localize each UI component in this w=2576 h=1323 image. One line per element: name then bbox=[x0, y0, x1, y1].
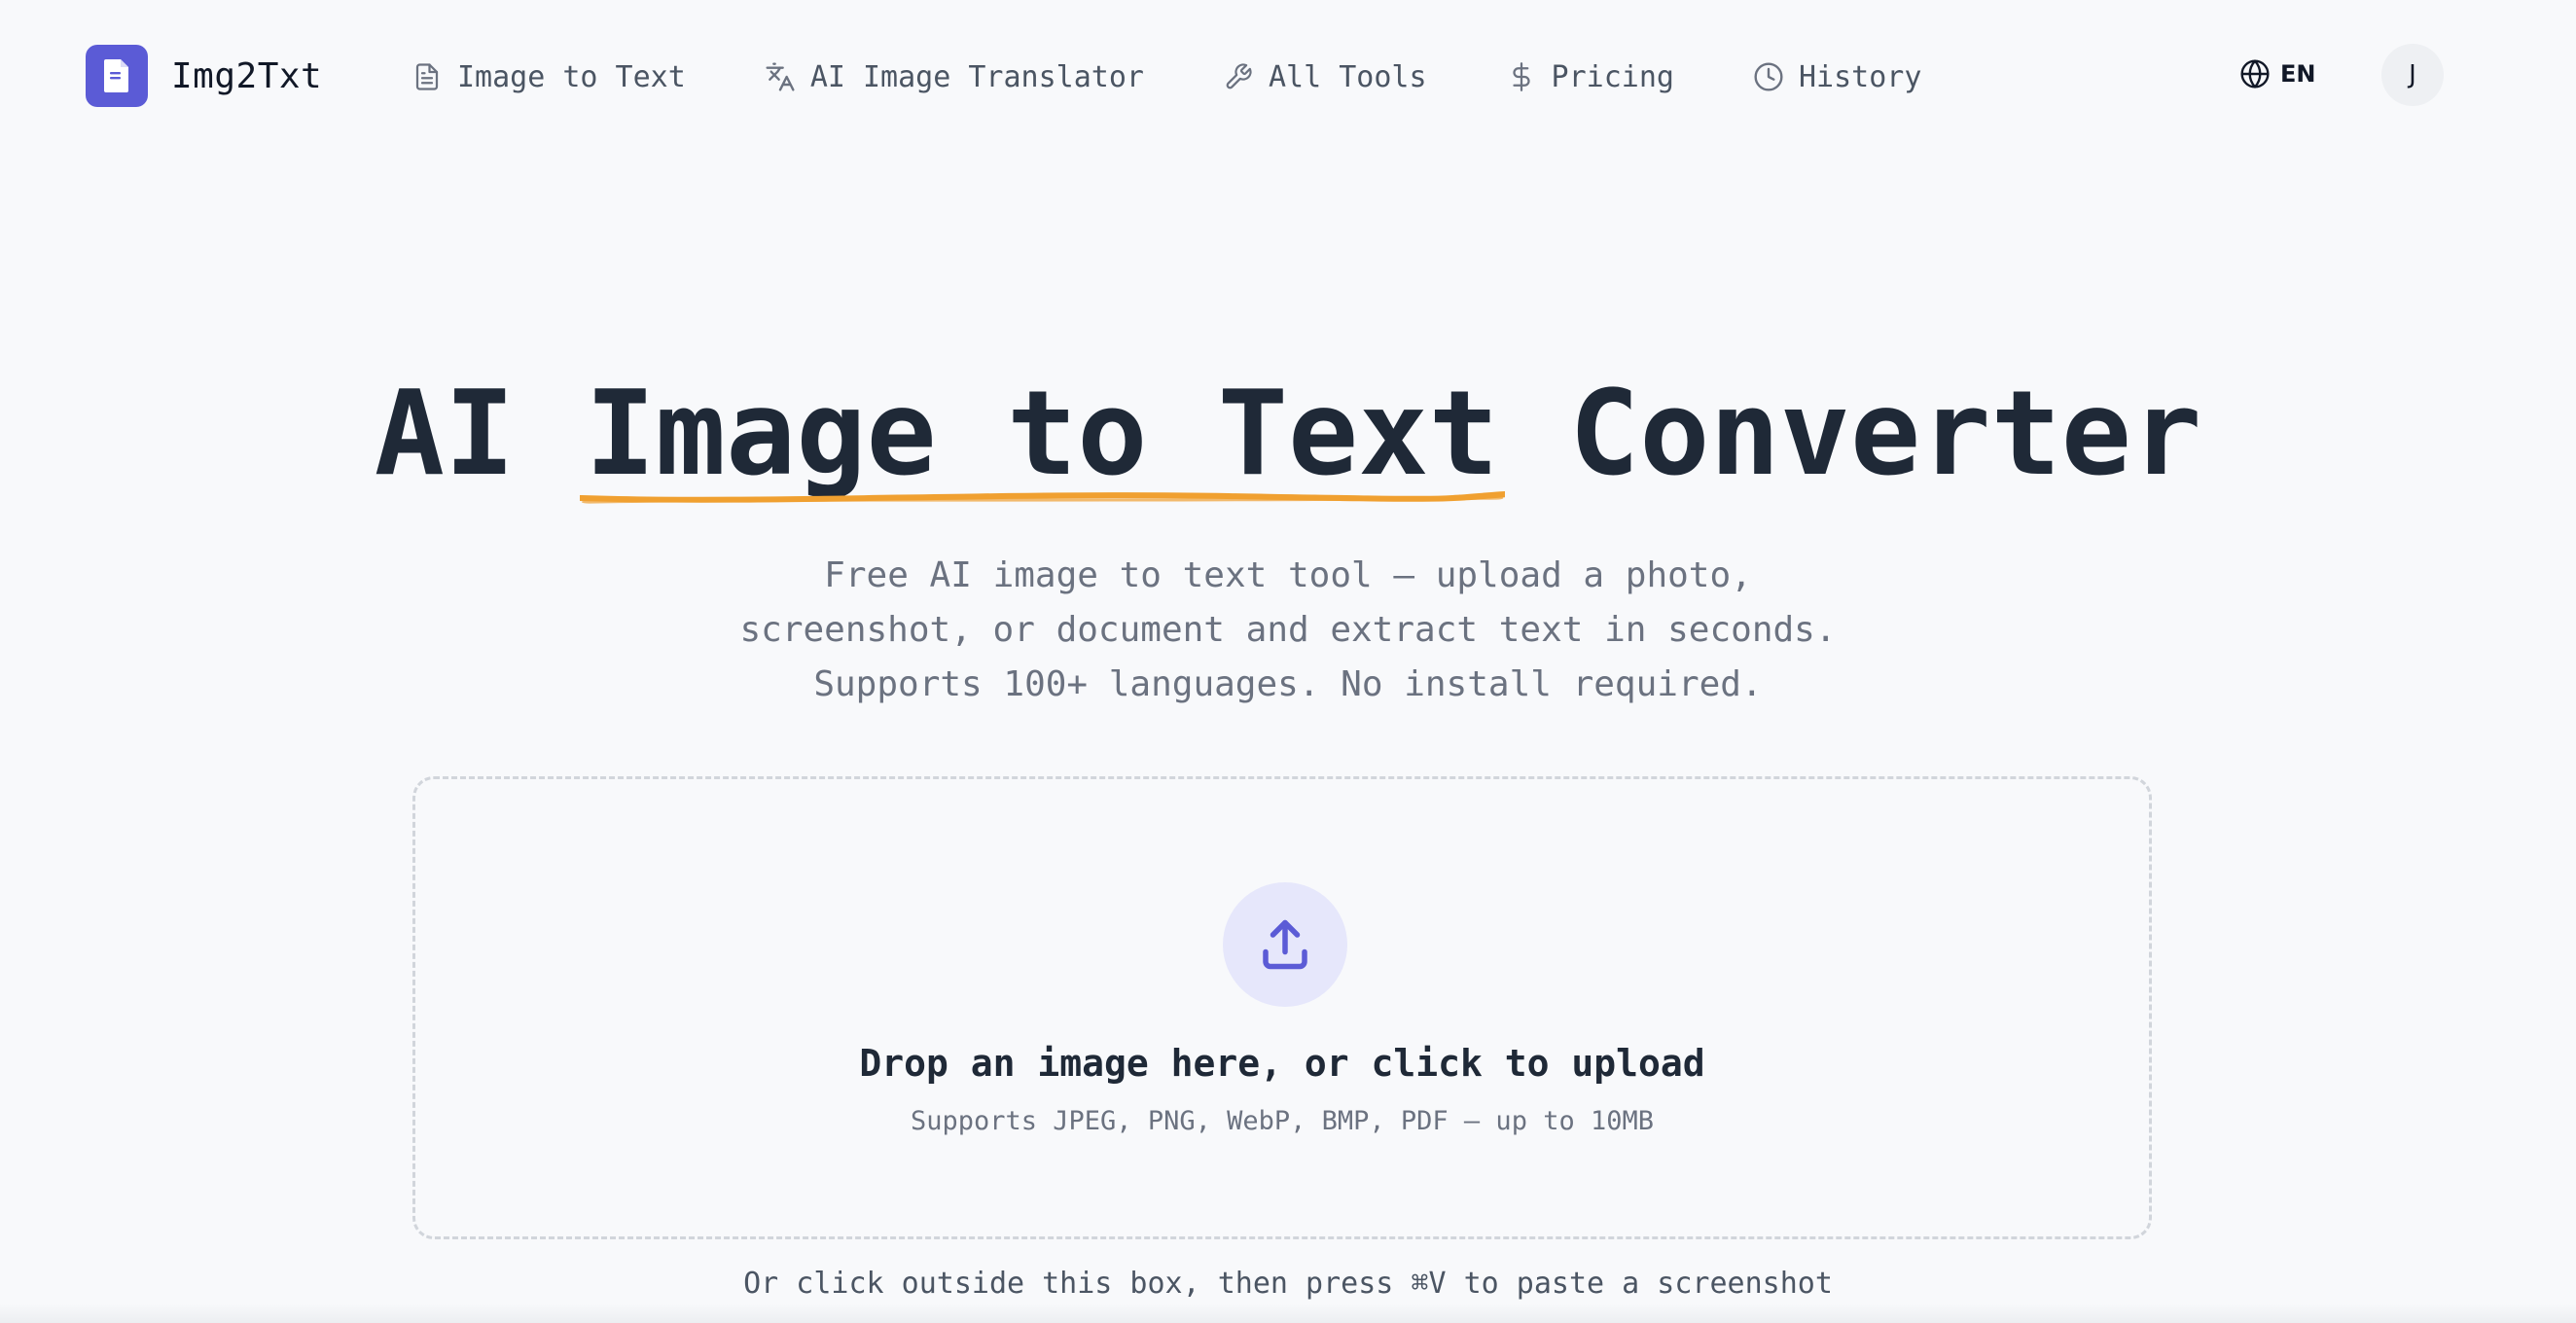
nav-ai-image-translator[interactable]: AI Image Translator bbox=[764, 60, 1144, 94]
clock-icon bbox=[1752, 60, 1785, 93]
paste-hint: Or click outside this box, then press ⌘V… bbox=[743, 1267, 1833, 1301]
subtitle-line: screenshot, or document and extract text… bbox=[739, 610, 1837, 650]
brand-home-link[interactable]: Img2Txt bbox=[86, 45, 322, 107]
site-header: Img2Txt Image to Text AI Image Translato… bbox=[0, 0, 2576, 154]
upload-title: Drop an image here, or click to upload bbox=[859, 1042, 1705, 1085]
document-icon bbox=[86, 45, 148, 107]
main-nav: Image to Text AI Image Translator All To… bbox=[411, 54, 1921, 99]
globe-icon bbox=[2239, 58, 2271, 89]
nav-label: AI Image Translator bbox=[809, 59, 1144, 94]
page-bottom-edge bbox=[0, 1304, 2576, 1323]
subtitle-line: Free AI image to text tool — upload a ph… bbox=[824, 555, 1752, 595]
highlight-underline bbox=[579, 491, 1505, 504]
language-selector[interactable]: EN bbox=[2239, 58, 2315, 89]
brand-name: Img2Txt bbox=[171, 55, 323, 96]
title-highlight-text: Image to Text bbox=[585, 367, 1499, 502]
hero-subtitle: Free AI image to text tool — upload a ph… bbox=[656, 549, 1920, 712]
nav-all-tools[interactable]: All Tools bbox=[1222, 60, 1427, 94]
upload-icon bbox=[1223, 882, 1347, 1007]
page-title: AI Image to Text Converter bbox=[0, 362, 2576, 508]
wrench-icon bbox=[1222, 60, 1255, 93]
title-suffix: Converter bbox=[1498, 367, 2202, 502]
nav-image-to-text[interactable]: Image to Text bbox=[411, 60, 686, 94]
document-icon bbox=[411, 60, 444, 93]
nav-label: Pricing bbox=[1551, 59, 1674, 94]
user-avatar[interactable]: J bbox=[2381, 44, 2444, 106]
upload-dropzone[interactable]: Drop an image here, or click to upload S… bbox=[412, 776, 2152, 1239]
translate-icon bbox=[764, 60, 797, 93]
nav-label: All Tools bbox=[1268, 59, 1427, 94]
subtitle-line: Supports 100+ languages. No install requ… bbox=[813, 664, 1763, 704]
language-label: EN bbox=[2280, 60, 2316, 88]
dollar-icon bbox=[1505, 60, 1538, 93]
title-prefix: AI bbox=[374, 367, 586, 502]
nav-label: Image to Text bbox=[457, 59, 686, 94]
upload-formats: Supports JPEG, PNG, WebP, BMP, PDF — up … bbox=[910, 1106, 1654, 1136]
nav-label: History bbox=[1798, 59, 1922, 94]
title-highlight: Image to Text bbox=[579, 362, 1505, 508]
avatar-initial: J bbox=[2409, 60, 2416, 89]
nav-pricing[interactable]: Pricing bbox=[1505, 60, 1674, 94]
nav-history[interactable]: History bbox=[1752, 60, 1921, 94]
